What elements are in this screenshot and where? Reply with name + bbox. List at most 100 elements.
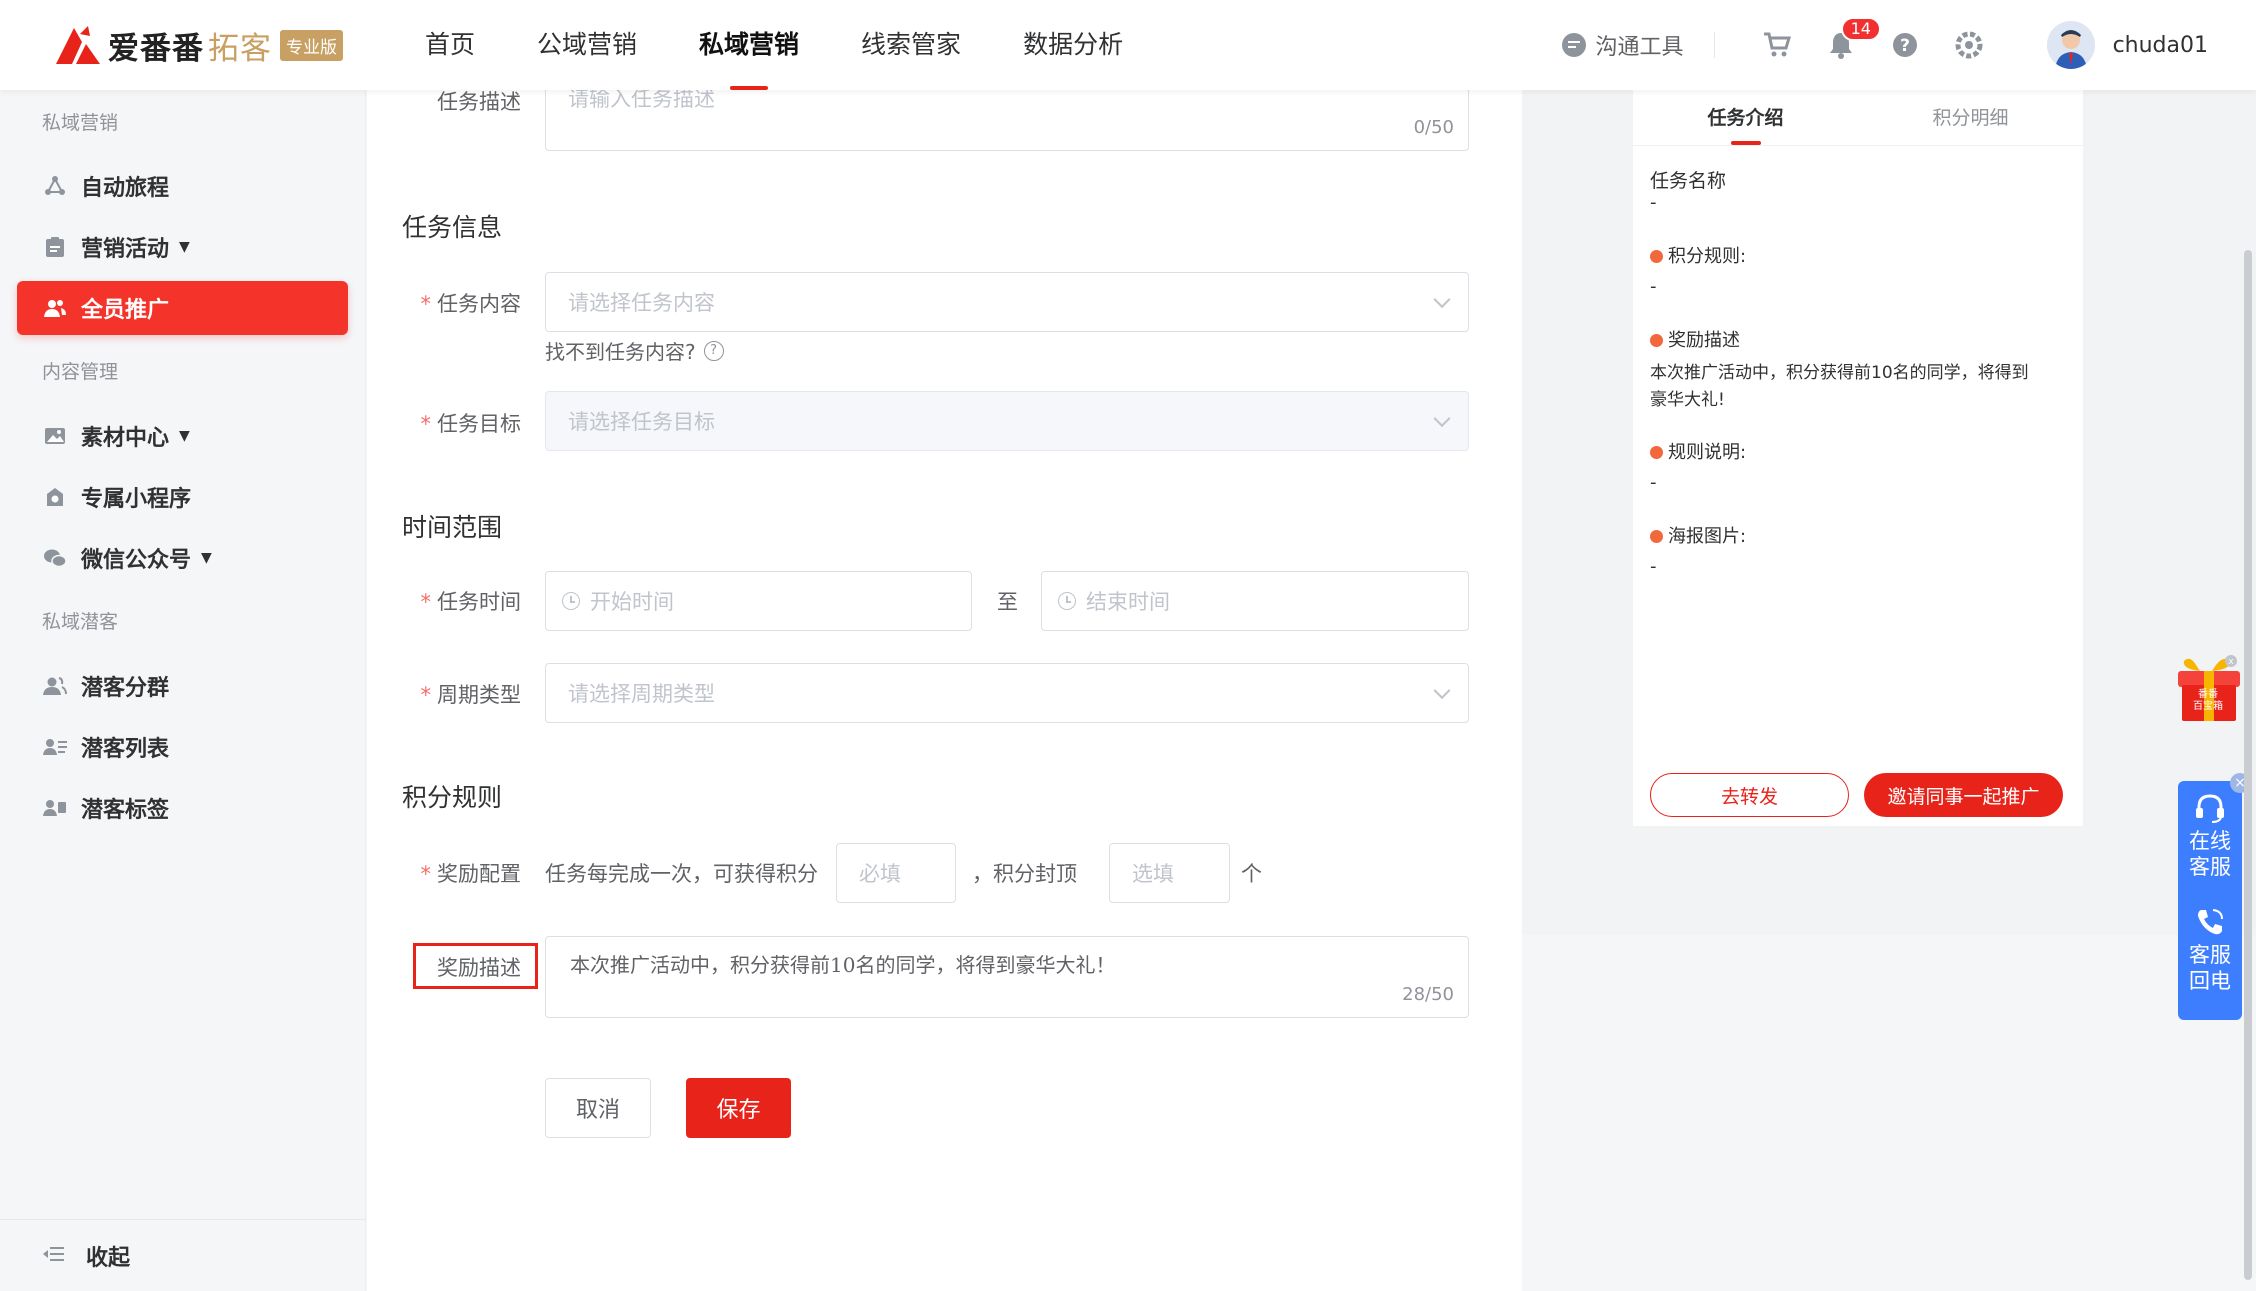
phone-icon: [2198, 909, 2223, 935]
sidebar-item-label: 自动旅程: [81, 176, 170, 201]
sidebar-item-label: 潜客分群: [81, 676, 170, 701]
sidebar-item-marketing-activity[interactable]: 营销活动 ▼: [17, 220, 348, 274]
sidebar-item-label: 潜客列表: [81, 737, 170, 762]
task-description-counter: 0/50: [1413, 117, 1454, 138]
save-button[interactable]: 保存: [686, 1078, 791, 1138]
sidebar-item-prospect-list[interactable]: 潜客列表: [17, 720, 348, 774]
cancel-button[interactable]: 取消: [545, 1078, 651, 1138]
reward-heading: 奖励描述: [1650, 326, 1740, 352]
chevron-down-icon: [1433, 410, 1451, 428]
user-avatar[interactable]: [2046, 21, 2095, 69]
clock-icon: [1058, 592, 1076, 610]
sidebar-item-prospect-segments[interactable]: 潜客分群: [17, 659, 348, 713]
points-cap-placeholder: 选填: [1132, 862, 1174, 886]
sidebar-group-private-prospects: 私域潜客: [42, 611, 119, 633]
divider: [1713, 32, 1715, 58]
tab-points-detail[interactable]: 积分明细: [1858, 90, 2083, 145]
task-content-help-link[interactable]: 找不到任务内容? ?: [545, 336, 724, 365]
sidebar-item-auto-journey[interactable]: 自动旅程: [17, 159, 348, 213]
reward-value-line1: 本次推广活动中，积分获得前10名的同学，将得到: [1650, 363, 2029, 383]
start-time-picker[interactable]: 开始时间: [545, 571, 972, 631]
caret-down-icon: ▼: [201, 550, 212, 566]
clock-icon: [562, 592, 580, 610]
nav-public-marketing[interactable]: 公域营销: [506, 0, 668, 90]
clipboard-icon: [43, 235, 67, 259]
task-time-label-text: 任务时间: [437, 590, 521, 614]
treasure-box-widget[interactable]: x 番番 百宝箱: [2176, 655, 2242, 723]
section-title-time-range: 时间范围: [402, 513, 503, 542]
username[interactable]: chuda01: [2113, 33, 2208, 58]
bullet-icon: [1650, 250, 1663, 263]
points-placeholder: 必填: [859, 862, 901, 886]
sidebar: 私域营销 自动旅程 营销活动 ▼ 全员推广 内容管理 素材中心 ▼ 专属小程序: [0, 90, 366, 1291]
sidebar-item-mini-program[interactable]: 专属小程序: [17, 470, 348, 524]
sidebar-item-label: 微信公众号: [81, 548, 192, 573]
top-navigation-bar: 爱番番 拓客 专业版 首页 公域营销 私域营销 线索管家 数据分析 沟通工具 1…: [0, 0, 2256, 90]
annotation-highlight-box: [413, 943, 538, 989]
task-form: 任务描述 请输入任务描述 0/50 任务信息 * 任务内容 请选择任务内容 找不到…: [367, 90, 1522, 1291]
header-toolbar: 沟通工具 14 ? chuda01: [1561, 0, 2208, 90]
mini-program-icon: [43, 485, 67, 509]
points-cap-input[interactable]: 选填: [1109, 843, 1230, 903]
reward-description-textarea[interactable]: 本次推广活动中，积分获得前10名的同学，将得到豪华大礼！ 28/50: [545, 936, 1469, 1018]
sidebar-item-prospect-tags[interactable]: 潜客标签: [17, 781, 348, 835]
chat-icon: [1561, 33, 1586, 57]
sidebar-collapse-button[interactable]: 收起: [0, 1219, 366, 1291]
svg-text:?: ?: [1900, 36, 1910, 56]
end-time-picker[interactable]: 结束时间: [1041, 571, 1469, 631]
communication-tools-button[interactable]: 沟通工具: [1561, 29, 1684, 61]
nav-data-analysis[interactable]: 数据分析: [992, 0, 1154, 90]
tab-task-intro[interactable]: 任务介绍: [1633, 90, 1858, 145]
rule-explain-heading: 规则说明:: [1650, 438, 1746, 464]
cart-icon[interactable]: [1761, 29, 1793, 61]
sidebar-item-label: 素材中心: [81, 426, 170, 451]
cycle-type-label: * 周期类型: [420, 683, 522, 707]
nav-home[interactable]: 首页: [394, 0, 506, 90]
logo[interactable]: 爱番番 拓客 专业版: [52, 22, 343, 68]
task-target-select[interactable]: 请选择任务目标: [545, 391, 1469, 451]
poster-heading: 海报图片:: [1650, 522, 1746, 548]
nav-lead-manager[interactable]: 线索管家: [830, 0, 992, 90]
bell-icon[interactable]: 14: [1825, 17, 1881, 61]
sidebar-item-material-center[interactable]: 素材中心 ▼: [17, 409, 348, 463]
points-rule-label: 积分规则:: [1668, 246, 1747, 267]
sidebar-item-wechat-official[interactable]: 微信公众号 ▼: [17, 531, 348, 585]
sidebar-item-label: 潜客标签: [81, 798, 170, 823]
callback-line1: 客服: [2189, 943, 2231, 967]
help-icon[interactable]: ?: [1889, 29, 1921, 61]
points-per-completion-input[interactable]: 必填: [836, 843, 956, 903]
online-service-line1: 在线: [2189, 829, 2231, 853]
task-target-label-text: 任务目标: [437, 412, 521, 436]
chevron-down-icon: [1433, 291, 1451, 309]
invite-colleagues-button[interactable]: 邀请同事一起推广: [1864, 773, 2063, 817]
svg-text:x: x: [2228, 657, 2234, 667]
poster-label: 海报图片:: [1668, 526, 1747, 547]
task-name-value: -: [1650, 192, 1657, 213]
callback-button[interactable]: 客服 回电: [2178, 907, 2242, 994]
user-tag-icon: [43, 796, 67, 820]
sidebar-item-label: 营销活动: [81, 237, 170, 262]
sidebar-item-all-staff-promotion[interactable]: 全员推广: [17, 281, 348, 335]
task-description-textarea[interactable]: 请输入任务描述 0/50: [545, 90, 1469, 151]
reward-config-text: 任务每完成一次，可获得积分: [545, 862, 818, 886]
headset-icon: [2196, 794, 2224, 823]
reward-description-counter: 28/50: [1402, 984, 1454, 1005]
task-time-label: * 任务时间: [420, 590, 522, 614]
reward-config-label: * 奖励配置: [420, 862, 522, 886]
online-service-line2: 客服: [2189, 855, 2231, 879]
settings-icon[interactable]: [1953, 29, 1985, 61]
rule-explain-value: -: [1650, 472, 1657, 493]
image-icon: [43, 424, 67, 448]
wechat-icon: [43, 546, 67, 570]
task-content-select[interactable]: 请选择任务内容: [545, 272, 1469, 332]
points-unit: 个: [1241, 862, 1262, 886]
bullet-icon: [1650, 530, 1663, 543]
rule-explain-label: 规则说明:: [1668, 442, 1747, 463]
page-scrollbar[interactable]: [2244, 250, 2252, 1280]
cycle-type-select[interactable]: 请选择周期类型: [545, 663, 1469, 723]
nav-private-marketing[interactable]: 私域营销: [668, 0, 830, 90]
online-service-button[interactable]: 在线 客服: [2178, 793, 2242, 880]
start-time-placeholder: 开始时间: [590, 590, 674, 614]
forward-button[interactable]: 去转发: [1650, 773, 1849, 817]
sidebar-group-content-management: 内容管理: [42, 361, 119, 383]
